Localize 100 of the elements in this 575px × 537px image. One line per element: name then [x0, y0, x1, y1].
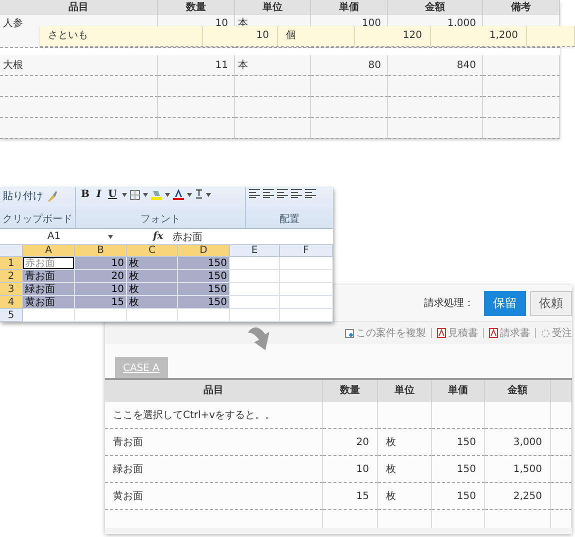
row-header[interactable]: 1 — [0, 257, 23, 270]
spreadsheet-cell[interactable]: 20 — [75, 270, 127, 283]
billing-label: 請求処理： — [424, 296, 474, 310]
pdf-icon — [437, 328, 446, 338]
spreadsheet-cell[interactable]: 10 — [75, 283, 127, 296]
table-cell: 1,500 — [485, 456, 551, 483]
paste-button[interactable]: 貼り付け — [3, 189, 43, 203]
copy-icon — [345, 328, 354, 338]
table-cell: 黄お面 — [105, 483, 323, 510]
spreadsheet-cell[interactable] — [230, 309, 280, 322]
spreadsheet-cell[interactable]: 枚 — [127, 257, 178, 270]
spreadsheet-cell[interactable]: 青お面 — [23, 270, 75, 283]
borders-icon — [130, 190, 140, 200]
column-header: 単位 — [378, 380, 432, 402]
spreadsheet-cell[interactable]: 150 — [178, 283, 230, 296]
column-header[interactable]: C — [127, 245, 178, 257]
column-header[interactable]: E — [230, 245, 280, 257]
table-cell: 3,000 — [485, 429, 551, 456]
caret-icon — [206, 192, 211, 196]
spreadsheet-cell[interactable]: 15 — [75, 296, 127, 309]
column-header[interactable]: B — [75, 245, 127, 257]
table-cell: 15 — [323, 483, 378, 510]
spreadsheet-cell[interactable] — [127, 309, 178, 322]
table-cell: 枚 — [378, 456, 432, 483]
spreadsheet-cell[interactable] — [230, 283, 280, 296]
caret-icon — [186, 192, 192, 196]
table-cell: 2,250 — [485, 483, 551, 510]
align-icon — [263, 189, 274, 198]
caret-icon — [122, 192, 127, 196]
format-button[interactable]: U — [106, 189, 119, 200]
spreadsheet-cell[interactable] — [23, 309, 75, 322]
table-cell — [323, 402, 378, 429]
table-cell: ここを選択してCtrl+vをすると。。 — [105, 402, 323, 429]
spreadsheet-cell[interactable]: 150 — [178, 257, 230, 270]
function-button[interactable]: fx — [153, 231, 164, 242]
align-icon — [277, 189, 288, 198]
row-header[interactable]: 4 — [0, 296, 23, 309]
format-button[interactable]: I — [94, 189, 104, 200]
table-cell: 本 — [235, 55, 311, 76]
column-header: 数量 — [158, 0, 235, 15]
row-header[interactable]: 3 — [0, 283, 23, 296]
table-cell: 150 — [432, 456, 485, 483]
align-icon — [249, 189, 260, 198]
table-cell: 150 — [432, 483, 485, 510]
column-header: 備考 — [483, 0, 560, 15]
group-label: 配置 — [280, 212, 300, 226]
table-cell — [551, 429, 572, 456]
column-header[interactable]: A — [23, 245, 75, 257]
spreadsheet-cell[interactable]: 枚 — [127, 296, 178, 309]
column-header: 金額 — [485, 380, 551, 402]
format-button[interactable]: B — [79, 189, 92, 200]
table-cell: 20 — [323, 429, 378, 456]
table-cell — [551, 402, 572, 429]
column-header[interactable]: D — [178, 245, 230, 257]
spreadsheet-cell[interactable]: 黄お面 — [23, 296, 75, 309]
table-cell: 青お面 — [105, 429, 323, 456]
name-box[interactable]: A1 — [0, 231, 108, 242]
formula-field[interactable]: 赤お面 — [172, 230, 202, 244]
spreadsheet-cell[interactable] — [230, 270, 280, 283]
column-header: 数量 — [323, 380, 378, 402]
align-icon — [291, 189, 302, 198]
spreadsheet-cell[interactable]: 10 — [75, 257, 127, 270]
dragged-row[interactable]: さといも 10 個 120 1,200 — [40, 26, 575, 47]
caret-icon — [164, 192, 170, 196]
spreadsheet-cell[interactable] — [178, 309, 230, 322]
column-header: 単位 — [235, 0, 311, 15]
spreadsheet-cell[interactable] — [280, 270, 333, 283]
spreadsheet-cell[interactable] — [75, 309, 127, 322]
spreadsheet-cell[interactable] — [280, 283, 333, 296]
table-cell: 大根 — [0, 55, 158, 76]
status-toggle[interactable]: 依頼 — [530, 290, 572, 316]
table-cell — [551, 483, 572, 510]
column-header[interactable]: F — [280, 245, 333, 257]
spreadsheet-cell[interactable] — [280, 309, 333, 322]
spreadsheet-cell[interactable]: 150 — [178, 296, 230, 309]
column-header: 品目 — [105, 380, 323, 402]
group-label: クリップボード — [2, 212, 72, 226]
spreadsheet-cell[interactable] — [280, 257, 333, 270]
group-label: フォント — [140, 213, 180, 226]
row-header[interactable]: 5 — [0, 309, 23, 322]
column-header — [551, 380, 572, 402]
column-header: 単価 — [311, 0, 388, 15]
spreadsheet-cell[interactable]: 150 — [178, 270, 230, 283]
fill-color-icon — [150, 189, 162, 200]
spreadsheet-cell[interactable]: 枚 — [127, 270, 178, 283]
status-toggle[interactable]: 保留 — [484, 290, 526, 316]
align-icon — [305, 189, 316, 198]
table-cell: 枚 — [378, 429, 432, 456]
spreadsheet-cell[interactable]: 枚 — [127, 283, 178, 296]
spreadsheet-cell[interactable]: 緑お面 — [23, 283, 75, 296]
column-header: 品目 — [0, 0, 158, 15]
spreadsheet-cell[interactable] — [230, 257, 280, 270]
spreadsheet-cell[interactable] — [230, 296, 280, 309]
spreadsheet-cell[interactable] — [280, 296, 333, 309]
select-all-corner[interactable] — [0, 245, 23, 257]
caret-icon — [108, 234, 113, 238]
spreadsheet-cell[interactable]: 赤お面 — [23, 257, 75, 270]
table-cell: 80 — [311, 55, 388, 76]
column-header: 単価 — [432, 380, 485, 402]
row-header[interactable]: 2 — [0, 270, 23, 283]
